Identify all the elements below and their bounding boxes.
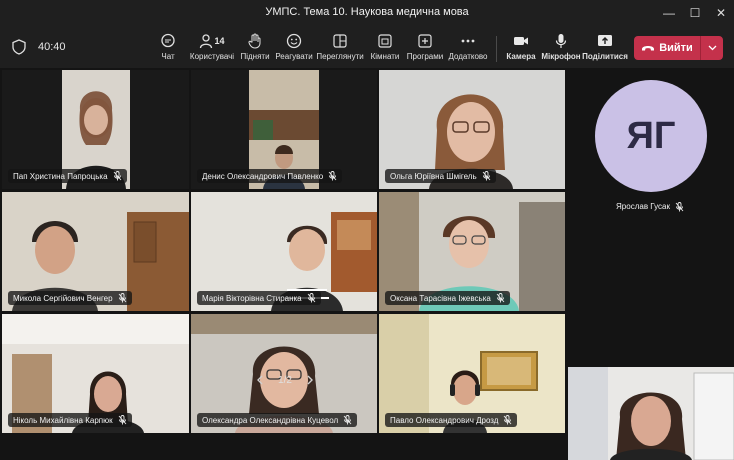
mic-off-icon: [118, 415, 126, 425]
view-button[interactable]: Переглянути: [316, 32, 364, 66]
leave-button[interactable]: Вийти: [634, 36, 700, 60]
avatar: ЯГ: [595, 80, 707, 192]
mic-off-icon: [482, 171, 490, 181]
hand-icon: [248, 33, 261, 49]
microphone-button[interactable]: Мікрофон: [541, 32, 581, 66]
leave-control: Вийти: [634, 36, 723, 60]
toolbar-divider: [496, 36, 497, 62]
minimize-icon[interactable]: —: [656, 3, 682, 23]
people-count: 14: [214, 36, 225, 46]
participant-name-tag: Ярослав Гусак: [566, 202, 734, 212]
participant-name: Марія Вікторівна Стиранка: [202, 293, 302, 303]
participant-name: Ольга Юріївна Шмігель: [390, 171, 477, 181]
close-icon[interactable]: ✕: [708, 3, 734, 23]
participant-name-tag: Оксана Тарасівна Іжевська: [385, 291, 510, 305]
participant-name: Микола Сергійович Венгер: [13, 293, 113, 303]
participant-name-tag: Ніколь Михайлівна Карпюк: [8, 413, 132, 427]
mic-off-icon: [496, 293, 505, 303]
shield-icon: [12, 39, 26, 55]
microphone-label: Мікрофон: [541, 52, 581, 61]
participant-name: Павло Олександрович Дрозд: [390, 415, 499, 425]
smiley-icon: [286, 33, 302, 49]
camera-icon: [514, 37, 528, 45]
apps-button[interactable]: Програми: [406, 32, 444, 66]
participant-name: Пап Христина Папроцька: [13, 171, 108, 181]
mic-off-icon: [307, 293, 315, 303]
plus-box-icon: [418, 34, 432, 48]
video-tile[interactable]: Ольга Юріївна Шмігель: [379, 70, 565, 189]
page-indicator: 1/2: [278, 374, 292, 386]
mic-off-icon: [328, 171, 337, 181]
meeting-toolbar: 40:40 Чат 14 Користувачі Підняти Реагува…: [0, 26, 734, 68]
page-navigation: 1/2: [256, 372, 314, 388]
share-icon: [598, 35, 612, 46]
chat-button[interactable]: Чат: [158, 32, 178, 66]
participant-name-tag: Марія Вікторівна Стиранка: [197, 291, 321, 305]
more-button[interactable]: Додатково: [448, 32, 488, 66]
self-view[interactable]: [568, 367, 734, 460]
mic-off-icon: [343, 415, 352, 425]
mic-off-icon: [113, 171, 121, 181]
video-tile[interactable]: Денис Олександрович Павленко: [191, 70, 377, 189]
view-label: Переглянути: [316, 52, 364, 61]
title-bar: УМПС. Тема 10. Наукова медична мова — ☐ …: [0, 0, 734, 26]
participant-name: Денис Олександрович Павленко: [202, 171, 324, 181]
raise-hand-button[interactable]: Підняти: [240, 32, 270, 66]
chevron-down-icon: [708, 45, 716, 51]
meeting-timer: 40:40: [38, 41, 66, 53]
rooms-icon: [378, 34, 392, 48]
camera-button[interactable]: Камера: [506, 32, 536, 66]
participant-name-tag: Денис Олександрович Павленко: [197, 169, 343, 183]
participant-name-tag: Пап Христина Папроцька: [8, 169, 127, 183]
video-tile[interactable]: Марія Вікторівна Стиранка: [191, 192, 377, 311]
chevron-left-icon[interactable]: [256, 375, 264, 385]
phone-hangup-icon: [642, 46, 655, 51]
chat-label: Чат: [161, 52, 175, 61]
chevron-right-icon[interactable]: [306, 375, 314, 385]
apps-label: Програми: [406, 52, 444, 61]
more-icon: [461, 39, 475, 43]
maximize-icon[interactable]: ☐: [682, 3, 708, 23]
people-icon: [200, 34, 213, 49]
rooms-button[interactable]: Кімнати: [370, 32, 400, 66]
mic-off-icon: [675, 202, 684, 212]
leave-options-button[interactable]: [701, 36, 723, 60]
video-tile[interactable]: Пап Христина Папроцька: [2, 70, 189, 189]
raise-hand-label: Підняти: [240, 52, 270, 61]
leave-label: Вийти: [659, 42, 693, 54]
window-title: УМПС. Тема 10. Наукова медична мова: [265, 6, 469, 18]
react-button[interactable]: Реагувати: [275, 32, 313, 66]
mic-off-icon: [504, 415, 512, 425]
react-label: Реагувати: [275, 52, 313, 61]
people-button[interactable]: 14 Користувачі: [190, 32, 234, 66]
participant-name-tag: Ольга Юріївна Шмігель: [385, 169, 496, 183]
avatar-participant-tile[interactable]: ЯГ Ярослав Гусак: [566, 68, 734, 298]
participant-name: Олександра Олександрівна Куцевол: [202, 415, 339, 425]
video-tile[interactable]: Оксана Тарасівна Іжевська: [379, 192, 565, 311]
video-tile[interactable]: Микола Сергійович Венгер: [2, 192, 189, 311]
rooms-label: Кімнати: [370, 52, 400, 61]
layout-icon: [333, 34, 347, 48]
video-tile[interactable]: Ніколь Михайлівна Карпюк: [2, 314, 189, 433]
more-label: Додатково: [448, 52, 488, 61]
self-video-feed: [568, 367, 734, 460]
microphone-icon: [555, 34, 567, 48]
people-label: Користувачі: [189, 52, 235, 61]
share-label: Поділитися: [582, 52, 628, 61]
participant-name: Ярослав Гусак: [616, 202, 670, 211]
camera-label: Камера: [506, 52, 536, 61]
mic-off-icon: [118, 293, 126, 303]
participant-name: Оксана Тарасівна Іжевська: [390, 293, 491, 303]
participant-name-tag: Микола Сергійович Венгер: [8, 291, 132, 305]
participant-name: Ніколь Михайлівна Карпюк: [13, 415, 113, 425]
participant-name-tag: Павло Олександрович Дрозд: [385, 413, 518, 427]
video-tile[interactable]: Павло Олександрович Дрозд: [379, 314, 565, 433]
share-button[interactable]: Поділитися: [582, 32, 628, 66]
participant-name-tag: Олександра Олександрівна Куцевол: [197, 413, 358, 427]
chat-icon: [161, 33, 175, 48]
